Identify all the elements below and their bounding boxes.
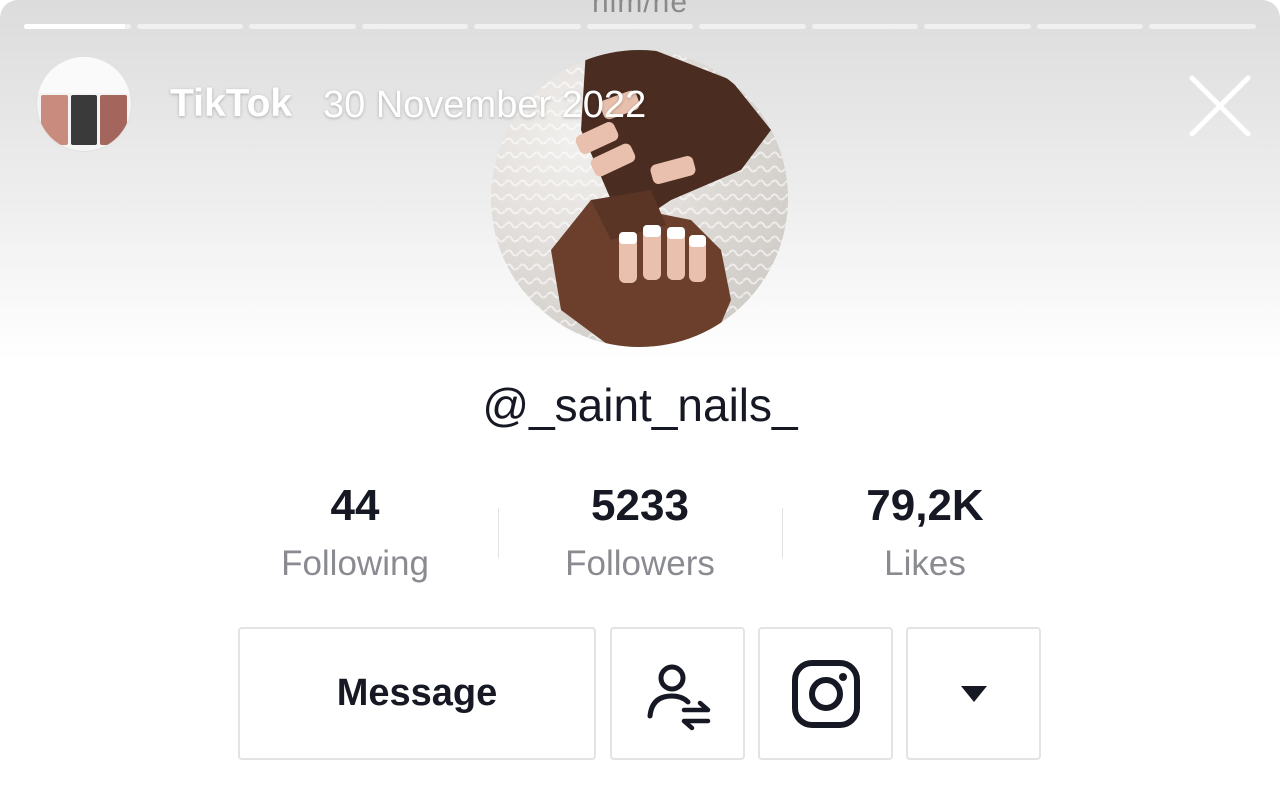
- pronoun-text: him/he: [591, 0, 689, 19]
- caret-down-icon: [960, 685, 987, 702]
- progress-segment: [249, 24, 356, 29]
- stat-value: 79,2K: [866, 481, 984, 530]
- story-date: 30 November 2022: [323, 84, 647, 126]
- stat-label: Following: [281, 544, 429, 583]
- profile-stats: 44 Following 5233 Followers 79,2K Likes: [213, 476, 1067, 586]
- progress-segment: [586, 24, 694, 29]
- profile-username: @_saint_nails_: [482, 379, 798, 431]
- stat-value: 44: [330, 481, 380, 530]
- close-button[interactable]: [1186, 72, 1254, 140]
- stat-followers[interactable]: 5233 Followers: [498, 476, 782, 592]
- suggested-accounts-button[interactable]: [610, 627, 745, 760]
- instagram-icon: [791, 659, 860, 728]
- close-icon: [1189, 75, 1251, 137]
- story-source-title[interactable]: TikTok: [170, 82, 292, 126]
- stat-label: Followers: [565, 544, 715, 583]
- stat-value: 5233: [591, 481, 689, 530]
- add-friends-swap-icon: [647, 664, 710, 730]
- story-author-avatar[interactable]: [36, 56, 132, 152]
- progress-segment: [136, 24, 244, 29]
- progress-segment: [24, 24, 131, 29]
- progress-segment: [1036, 24, 1144, 29]
- stat-following[interactable]: 44 Following: [213, 476, 497, 592]
- story-progress-bar: [24, 24, 1257, 30]
- more-options-button[interactable]: [906, 627, 1041, 760]
- progress-segment: [1149, 24, 1257, 29]
- progress-segment: [924, 24, 1031, 29]
- instagram-button[interactable]: [758, 627, 893, 760]
- progress-segment: [361, 24, 469, 29]
- progress-segment: [811, 24, 919, 29]
- message-button[interactable]: Message: [238, 627, 596, 760]
- stat-likes[interactable]: 79,2K Likes: [783, 476, 1067, 592]
- progress-segment: [699, 24, 806, 29]
- progress-segment: [474, 24, 581, 29]
- stat-label: Likes: [884, 544, 966, 583]
- message-button-label: Message: [336, 672, 498, 714]
